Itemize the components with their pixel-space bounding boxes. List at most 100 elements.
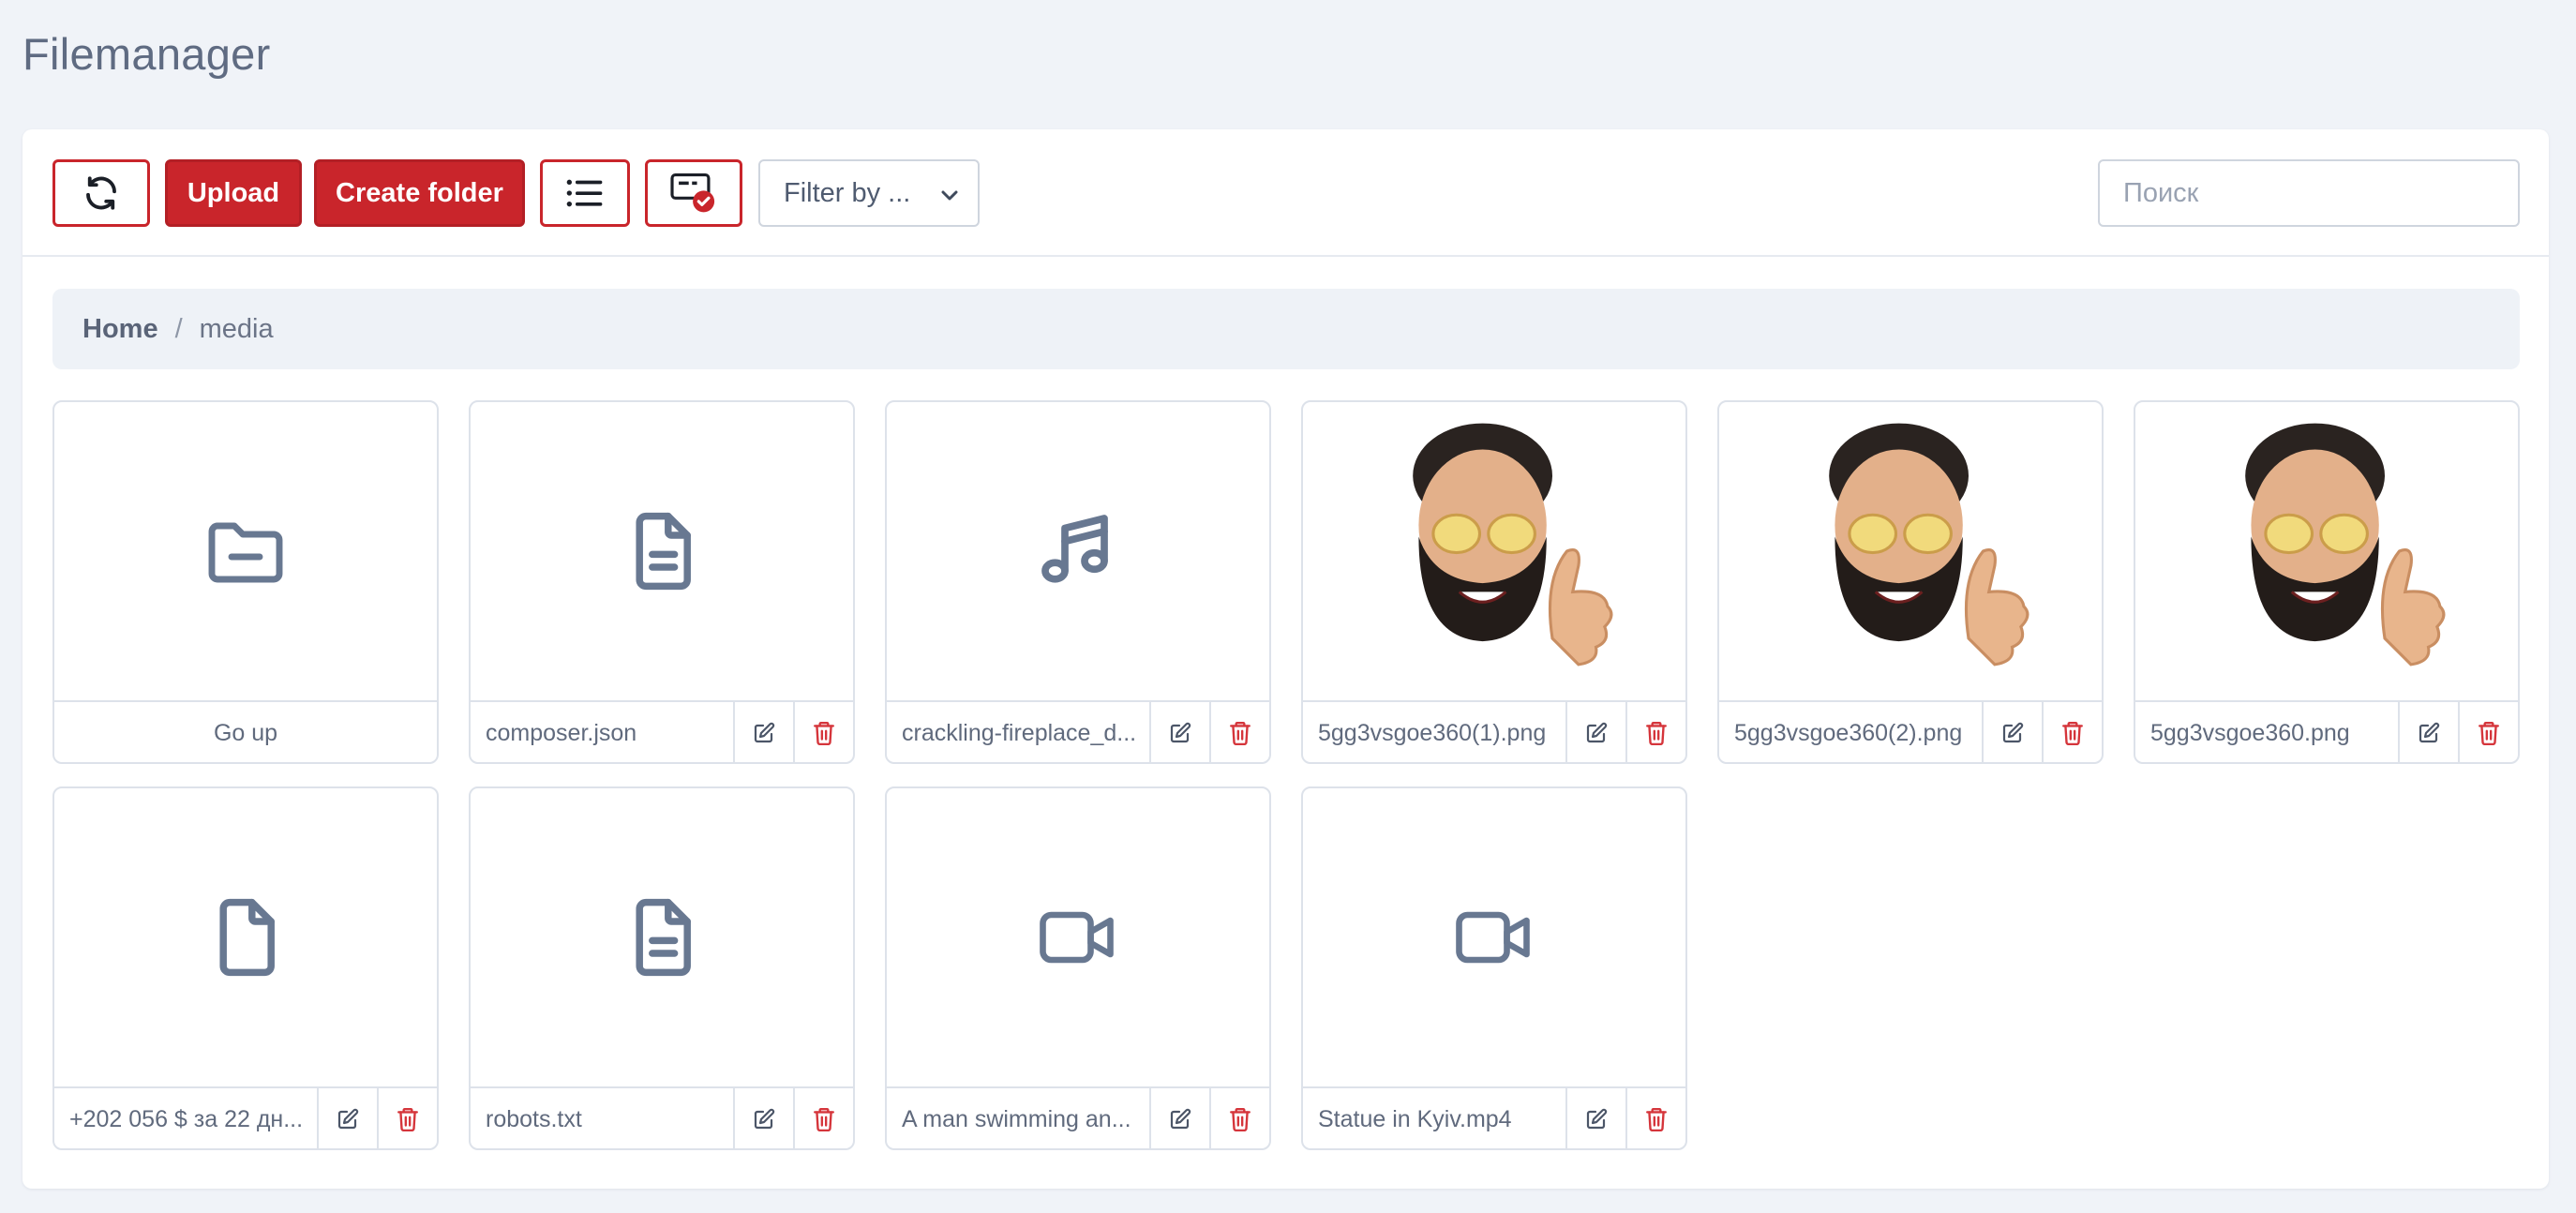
delete-button[interactable] xyxy=(793,1088,853,1148)
breadcrumb: Home / media xyxy=(52,289,2520,369)
list-icon xyxy=(566,179,603,207)
delete-button[interactable] xyxy=(1209,702,1269,762)
file-name[interactable]: A man swimming an... xyxy=(887,1106,1149,1133)
file-thumb[interactable] xyxy=(1719,402,2102,702)
edit-icon xyxy=(1586,1108,1608,1130)
avatar-image xyxy=(2245,423,2446,666)
avatar-image xyxy=(1829,423,2029,666)
file-name[interactable]: 5gg3vsgoe360(2).png xyxy=(1719,720,1982,747)
trash-icon xyxy=(1230,721,1251,745)
delete-button[interactable] xyxy=(2458,702,2518,762)
upload-button[interactable]: Upload xyxy=(165,159,302,227)
file-icon xyxy=(219,898,275,977)
file-thumb[interactable] xyxy=(887,788,1269,1088)
video-icon xyxy=(1040,911,1114,964)
video-icon xyxy=(1456,911,1530,964)
delete-button[interactable] xyxy=(1209,1088,1269,1148)
file-footer: Go up xyxy=(54,702,437,762)
file-tile[interactable]: 5gg3vsgoe360(2).png xyxy=(1717,400,2104,764)
avatar-image xyxy=(1413,423,1613,666)
trash-icon xyxy=(1646,1107,1667,1131)
file-tile[interactable]: Statue in Kyiv.mp4 xyxy=(1301,786,1687,1150)
file-name[interactable]: Statue in Kyiv.mp4 xyxy=(1303,1106,1565,1133)
delete-button[interactable] xyxy=(2042,702,2102,762)
file-name[interactable]: composer.json xyxy=(471,720,733,747)
trash-icon xyxy=(2479,721,2499,745)
file-footer: A man swimming an... xyxy=(887,1088,1269,1148)
edit-button[interactable] xyxy=(1982,702,2042,762)
file-name[interactable]: Go up xyxy=(54,720,437,747)
file-name[interactable]: crackling-fireplace_d... xyxy=(887,720,1149,747)
file-footer: crackling-fireplace_d... xyxy=(887,702,1269,762)
file-thumb[interactable] xyxy=(1303,788,1685,1088)
folder-up-icon xyxy=(208,522,283,583)
edit-button[interactable] xyxy=(733,1088,793,1148)
file-footer: 5gg3vsgoe360.png xyxy=(2135,702,2518,762)
file-name[interactable]: 5gg3vsgoe360(1).png xyxy=(1303,720,1565,747)
file-tile[interactable]: 5gg3vsgoe360(1).png xyxy=(1301,400,1687,764)
select-mode-button[interactable] xyxy=(645,159,742,227)
select-check-icon xyxy=(670,172,715,213)
trash-icon xyxy=(397,1107,418,1131)
file-tile-go-up[interactable]: Go up xyxy=(52,400,439,764)
page-title: Filemanager xyxy=(22,29,271,79)
edit-icon xyxy=(754,722,775,743)
edit-icon xyxy=(2419,722,2440,743)
edit-button[interactable] xyxy=(2398,702,2458,762)
refresh-button[interactable] xyxy=(52,159,150,227)
chevron-down-icon xyxy=(941,190,958,201)
file-thumb[interactable] xyxy=(471,402,853,702)
file-footer: Statue in Kyiv.mp4 xyxy=(1303,1088,1685,1148)
file-tile[interactable]: A man swimming an... xyxy=(885,786,1271,1150)
edit-button[interactable] xyxy=(1149,1088,1209,1148)
edit-button[interactable] xyxy=(317,1088,377,1148)
edit-icon xyxy=(2002,722,2024,743)
delete-button[interactable] xyxy=(377,1088,437,1148)
file-thumb[interactable] xyxy=(2135,402,2518,702)
edit-icon xyxy=(754,1108,775,1130)
file-tile[interactable]: +202 056 $ за 22 дн... xyxy=(52,786,439,1150)
file-thumb[interactable] xyxy=(54,402,437,702)
delete-button[interactable] xyxy=(793,702,853,762)
edit-button[interactable] xyxy=(733,702,793,762)
file-name[interactable]: robots.txt xyxy=(471,1106,733,1133)
edit-icon xyxy=(1170,1108,1191,1130)
trash-icon xyxy=(814,721,834,745)
breadcrumb-home[interactable]: Home xyxy=(82,314,158,345)
delete-button[interactable] xyxy=(1625,702,1685,762)
file-tile[interactable]: composer.json xyxy=(469,400,855,764)
file-tile[interactable]: 5gg3vsgoe360.png xyxy=(2134,400,2520,764)
filemanager-card: Upload Create folder Filter by ... Поиск… xyxy=(22,129,2549,1189)
create-folder-button[interactable]: Create folder xyxy=(314,159,525,227)
file-name[interactable]: +202 056 $ за 22 дн... xyxy=(54,1106,317,1133)
file-footer: composer.json xyxy=(471,702,853,762)
file-thumb[interactable] xyxy=(1303,402,1685,702)
trash-icon xyxy=(1646,721,1667,745)
delete-button[interactable] xyxy=(1625,1088,1685,1148)
file-thumb[interactable] xyxy=(54,788,437,1088)
file-thumb[interactable] xyxy=(887,402,1269,702)
edit-icon xyxy=(1170,722,1191,743)
filter-dropdown[interactable]: Filter by ... xyxy=(758,159,980,227)
filter-label: Filter by ... xyxy=(784,177,911,208)
edit-button[interactable] xyxy=(1565,1088,1625,1148)
breadcrumb-current: media xyxy=(199,313,274,344)
file-text-icon xyxy=(636,898,691,977)
file-tile[interactable]: robots.txt xyxy=(469,786,855,1150)
file-thumb[interactable] xyxy=(471,788,853,1088)
edit-icon xyxy=(337,1108,359,1130)
edit-button[interactable] xyxy=(1565,702,1625,762)
file-footer: 5gg3vsgoe360(1).png xyxy=(1303,702,1685,762)
edit-button[interactable] xyxy=(1149,702,1209,762)
trash-icon xyxy=(1230,1107,1251,1131)
file-name[interactable]: 5gg3vsgoe360.png xyxy=(2135,720,2398,747)
trash-icon xyxy=(814,1107,834,1131)
file-footer: 5gg3vsgoe360(2).png xyxy=(1719,702,2102,762)
trash-icon xyxy=(2062,721,2083,745)
search-input[interactable] xyxy=(2098,159,2520,227)
music-icon xyxy=(1041,515,1108,583)
file-footer: +202 056 $ за 22 дн... xyxy=(54,1088,437,1148)
file-tile[interactable]: crackling-fireplace_d... xyxy=(885,400,1271,764)
list-view-button[interactable] xyxy=(540,159,630,227)
toolbar: Upload Create folder Filter by ... xyxy=(22,129,2549,257)
